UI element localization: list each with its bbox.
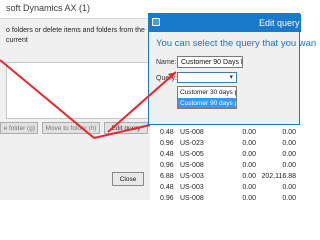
table-row[interactable]: 0.48 US-003 0.00 0.00 bbox=[150, 182, 300, 193]
grid-cell: 0.00 bbox=[282, 184, 296, 191]
grid-cell: 0.00 bbox=[282, 151, 296, 158]
query-select[interactable]: ▾ bbox=[177, 72, 237, 83]
edit-query-title: Edit query (1 bbox=[259, 18, 311, 28]
table-row[interactable]: 0.96 US-008 0.00 0.00 bbox=[150, 193, 300, 204]
grid-cell: 0.00 bbox=[242, 129, 256, 136]
grid-cell: 0.00 bbox=[242, 151, 256, 158]
grid-cell: 0.00 bbox=[242, 140, 256, 147]
grid-cell: 0.00 bbox=[242, 162, 256, 169]
grid-cell: 0.48 bbox=[160, 184, 174, 191]
grid-cell: US-008 bbox=[180, 129, 204, 136]
table-row[interactable]: 6.88 US-003 0.00 202,116.88 bbox=[150, 171, 300, 182]
grid-cell: 202,116.88 bbox=[261, 173, 296, 180]
table-row[interactable]: 0.48 US-008 0.00 0.00 bbox=[150, 127, 300, 138]
grid-cell: 6.88 bbox=[160, 173, 174, 180]
grid-cell: 0.96 bbox=[160, 140, 174, 147]
grid-cell: 0.00 bbox=[282, 162, 296, 169]
folder-list[interactable] bbox=[6, 62, 153, 119]
edit-query-heading: You can select the query that you wan bbox=[156, 38, 317, 49]
grid-cell: 0.96 bbox=[160, 162, 174, 169]
name-label: Name: bbox=[156, 59, 177, 66]
grid-cell: 0.00 bbox=[282, 195, 296, 202]
chevron-down-icon[interactable]: ▾ bbox=[229, 73, 233, 83]
app-icon bbox=[152, 18, 160, 26]
move-to-folder-button[interactable]: Move to folder (h) bbox=[42, 122, 100, 134]
table-row[interactable]: 0.48 US-005 0.00 0.00 bbox=[150, 149, 300, 160]
edit-query-button[interactable]: Edit query bbox=[104, 122, 148, 134]
table-row[interactable]: 0.96 US-008 0.00 0.00 bbox=[150, 160, 300, 171]
ax-dialog: soft Dynamics AX (1) o folders or delete… bbox=[0, 0, 160, 200]
query-label: Query: bbox=[156, 75, 178, 82]
grid-cell: US-003 bbox=[180, 184, 204, 191]
grid-cell: 0.48 bbox=[160, 151, 174, 158]
grid-cell: US-008 bbox=[180, 162, 204, 169]
close-button[interactable]: Close bbox=[112, 172, 144, 186]
grid-cell: 0.00 bbox=[242, 184, 256, 191]
query-options-list[interactable]: Customer 30 days pa Customer 90 days pa bbox=[177, 86, 237, 109]
grid-cell: 0.00 bbox=[282, 129, 296, 136]
add-folder-button[interactable]: e folder (g) bbox=[0, 122, 38, 134]
ax-titlebar: soft Dynamics AX (1) bbox=[0, 0, 160, 19]
table-row[interactable]: 0.96 US-023 0.00 0.00 bbox=[150, 138, 300, 149]
edit-query-titlebar: Edit query (1 bbox=[149, 14, 310, 32]
grid-cell: US-005 bbox=[180, 151, 204, 158]
query-option[interactable]: Customer 30 days pa bbox=[178, 87, 236, 98]
grid-cell: US-023 bbox=[180, 140, 204, 147]
grid-cell: 0.96 bbox=[160, 195, 174, 202]
query-option-selected[interactable]: Customer 90 days pa bbox=[178, 98, 236, 108]
grid-cell: 0.00 bbox=[242, 195, 256, 202]
grid-cell: 0.00 bbox=[242, 173, 256, 180]
ax-description: o folders or delete items and folders fr… bbox=[6, 27, 145, 44]
grid-cell: 0.00 bbox=[282, 140, 296, 147]
grid-cell: US-003 bbox=[180, 173, 204, 180]
edit-query-dialog: Edit query (1 You can select the query t… bbox=[148, 13, 316, 125]
ax-dialog-title: soft Dynamics AX (1) bbox=[6, 3, 91, 13]
grid-cell: US-008 bbox=[180, 195, 204, 202]
grid-cell: 0.48 bbox=[160, 129, 174, 136]
name-input[interactable]: Customer 90 Days Past bbox=[177, 56, 243, 68]
